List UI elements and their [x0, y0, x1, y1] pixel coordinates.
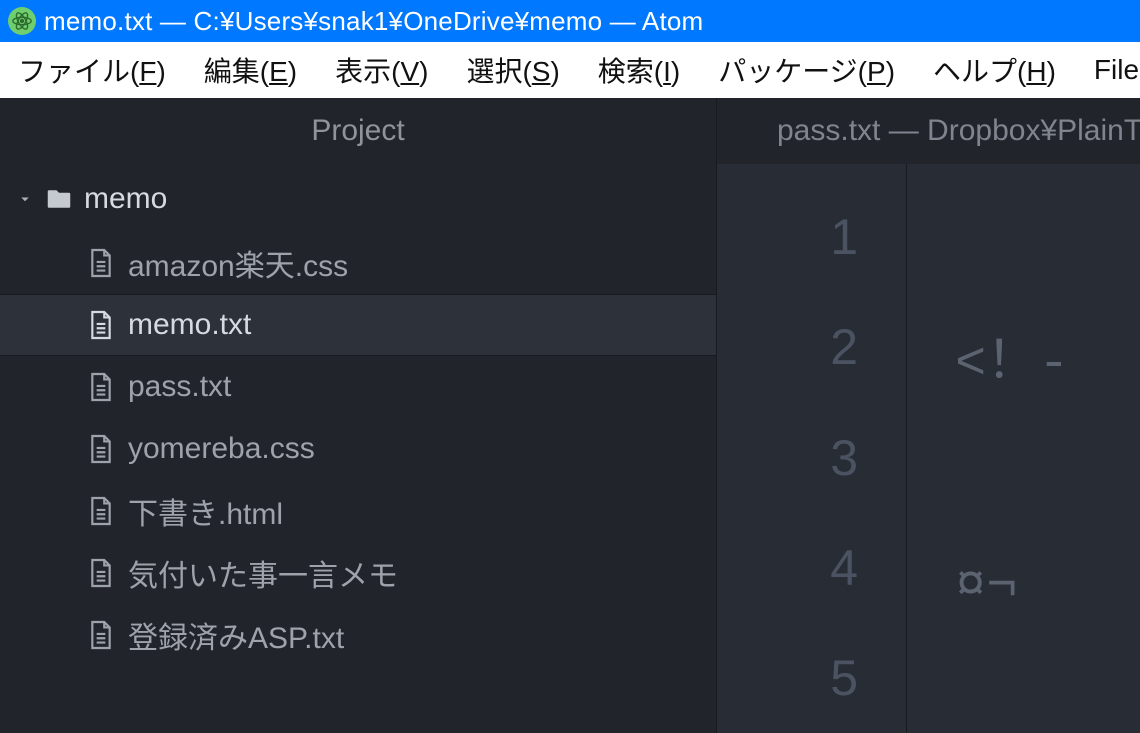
file-item[interactable]: 気付いた事一言メモ: [0, 542, 716, 604]
window-title: memo.txt — C:¥Users¥snak1¥OneDrive¥memo …: [44, 6, 703, 37]
tab-bar: pass.txt — Dropbox¥PlainT: [717, 98, 1140, 164]
file-icon: [88, 371, 114, 403]
menu-view[interactable]: 表示(V): [325, 46, 438, 94]
chevron-down-icon: [16, 190, 34, 208]
file-tree: memo amazon楽天.css memo.txt pass.txt: [0, 164, 716, 666]
file-icon: [88, 619, 114, 651]
titlebar[interactable]: memo.txt — C:¥Users¥snak1¥OneDrive¥memo …: [0, 0, 1140, 42]
file-icon: [88, 557, 114, 589]
project-sidebar: Project memo amazon楽天.css memo.txt: [0, 98, 716, 733]
file-item[interactable]: amazon楽天.css: [0, 232, 716, 294]
menubar: ファイル(F) 編集(E) 表示(V) 選択(S) 検索(I) パッケージ(P)…: [0, 42, 1140, 98]
code-text: ¤¬: [955, 557, 1017, 616]
code-area[interactable]: <！- ¤¬ 当サ 内容 ・料: [907, 164, 1140, 733]
menu-help[interactable]: ヘルプ(H): [923, 46, 1066, 94]
file-icon: [88, 433, 114, 465]
editor-pane: pass.txt — Dropbox¥PlainT 1 2 3 4 5 <！- …: [716, 98, 1140, 733]
file-item-selected[interactable]: memo.txt: [0, 294, 716, 356]
root-folder-label: memo: [84, 182, 167, 216]
tree-root-folder[interactable]: memo: [0, 170, 716, 228]
line-gutter: 1 2 3 4 5: [717, 164, 907, 733]
file-label: 登録済みASP.txt: [128, 613, 344, 657]
file-label: yomereba.css: [128, 432, 315, 466]
line-number: 3: [830, 402, 858, 512]
file-icon: [88, 247, 114, 279]
file-label: 下書き.html: [128, 489, 283, 533]
app-window: memo.txt — C:¥Users¥snak1¥OneDrive¥memo …: [0, 0, 1140, 733]
menu-search[interactable]: 検索(I): [588, 46, 690, 94]
menu-file-en[interactable]: File: [1084, 50, 1140, 90]
atom-icon: [8, 7, 36, 35]
menu-file[interactable]: ファイル(F): [8, 46, 176, 94]
sidebar-header: Project: [0, 98, 716, 164]
file-label: amazon楽天.css: [128, 241, 348, 285]
line-number: 2: [830, 292, 858, 402]
file-item[interactable]: 登録済みASP.txt: [0, 604, 716, 666]
line-number: 1: [830, 182, 858, 292]
line-number: 4: [830, 513, 858, 623]
editor-tab[interactable]: pass.txt — Dropbox¥PlainT: [777, 114, 1140, 148]
folder-icon: [44, 184, 74, 214]
content-area: Project memo amazon楽天.css memo.txt: [0, 98, 1140, 733]
file-item[interactable]: 下書き.html: [0, 480, 716, 542]
file-label: memo.txt: [128, 308, 251, 342]
file-label: 気付いた事一言メモ: [128, 551, 398, 595]
code-text: <！-: [955, 318, 1069, 394]
file-item[interactable]: yomereba.css: [0, 418, 716, 480]
file-icon: [88, 495, 114, 527]
file-icon: [88, 309, 114, 341]
editor-body[interactable]: 1 2 3 4 5 <！- ¤¬ 当サ 内容 ・料: [717, 164, 1140, 733]
menu-edit[interactable]: 編集(E): [194, 46, 307, 94]
file-item[interactable]: pass.txt: [0, 356, 716, 418]
file-label: pass.txt: [128, 370, 231, 404]
menu-packages[interactable]: パッケージ(P): [708, 46, 905, 94]
line-number: 5: [830, 623, 858, 733]
menu-select[interactable]: 選択(S): [456, 46, 569, 94]
